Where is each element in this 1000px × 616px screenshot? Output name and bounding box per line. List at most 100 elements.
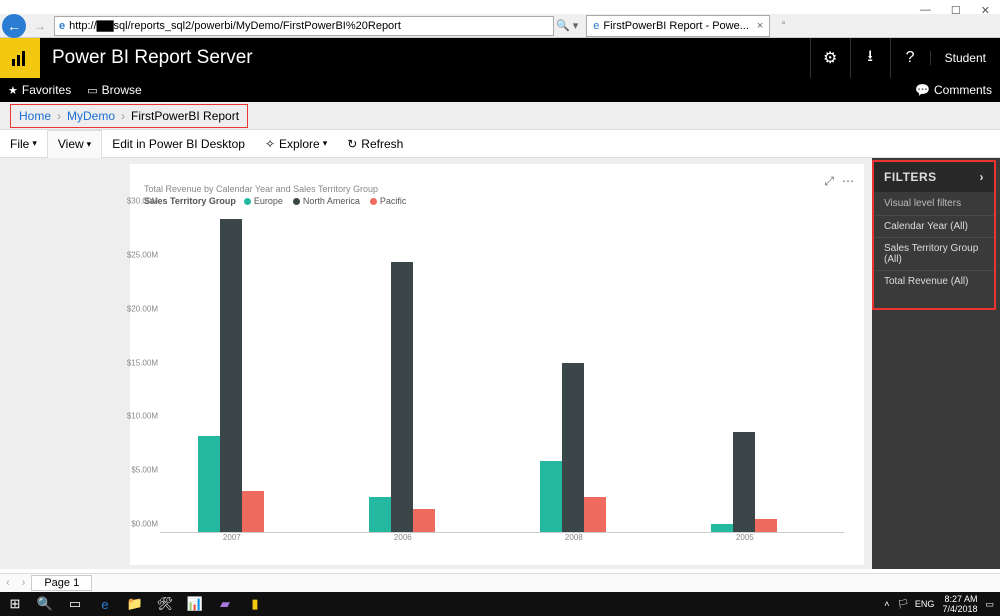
bar[interactable] [198,436,220,533]
back-button[interactable]: ← [2,14,26,38]
tray-notifications-icon[interactable]: ▭ [985,599,994,610]
tray-chevron-icon[interactable]: ˄ [884,599,889,609]
powerbi-logo-icon [0,38,40,78]
filter-section-label: Visual level filters [874,192,994,215]
y-axis-tick: $25.00M [127,250,158,259]
comments-link[interactable]: 💬Comments [915,83,992,97]
pbi-taskbar-icon[interactable]: ▮ [240,592,270,616]
tab-favicon: e [593,20,599,32]
star-icon: ★ [8,84,18,97]
chevron-down-icon: ▾ [323,138,328,149]
y-axis-tick: $0.00M [131,520,158,529]
x-axis-tick: 2008 [565,533,583,542]
chevron-right-icon: › [121,109,125,123]
bar[interactable] [562,363,584,533]
explore-icon: ✧ [265,137,275,151]
tray-clock[interactable]: 8:27 AM 7/4/2018 [942,594,977,614]
x-axis-tick: 2007 [223,533,241,542]
y-axis-tick: $30.00M [127,197,158,206]
app-header: Power BI Report Server ⚙ ⭳ ? Student [0,38,1000,78]
chevron-down-icon: ▾ [87,139,92,150]
download-button[interactable]: ⭳ [850,38,890,78]
explorer-taskbar-icon[interactable]: 📁 [120,592,150,616]
breadcrumb-folder[interactable]: MyDemo [67,109,115,123]
start-button[interactable]: ⊞ [0,592,30,616]
filters-pane: FILTERS › Visual level filters Calendar … [872,160,996,310]
chevron-down-icon: ▾ [32,138,37,149]
tab-close-icon[interactable]: × [757,20,763,32]
task-view-icon[interactable]: ▭ [60,592,90,616]
filter-item[interactable]: Calendar Year (All) [874,215,994,237]
chevron-right-icon: › [57,109,61,123]
breadcrumb-home[interactable]: Home [19,109,51,123]
bar-group[interactable] [369,210,435,533]
tab-title: FirstPowerBI Report - Powe... [603,20,749,32]
help-button[interactable]: ? [890,38,930,78]
edit-desktop-button[interactable]: Edit in Power BI Desktop [102,130,255,158]
comment-icon: 💬 [915,83,930,97]
filters-header[interactable]: FILTERS › [874,162,994,192]
new-tab-icon[interactable]: ▫ [782,18,786,29]
bar[interactable] [584,497,606,533]
favorites-link[interactable]: ★Favorites [8,83,71,97]
search-icon[interactable]: 🔍 [30,592,60,616]
browser-address-bar: ← → e 🔍 ▾ e FirstPowerBI Report - Powe..… [0,14,1000,38]
file-menu[interactable]: File▾ [0,130,47,158]
chart-plot-area[interactable]: $0.00M$5.00M$10.00M$15.00M$20.00M$25.00M… [160,210,844,545]
app-taskbar-icon[interactable]: 📊 [180,592,210,616]
gear-icon: ⚙ [823,48,837,68]
bar[interactable] [733,432,755,533]
url-field-container[interactable]: e [54,16,554,36]
page-next-button[interactable]: › [16,577,32,589]
chevron-right-icon: › [980,170,985,184]
report-toolbar: File▾ View▾ Edit in Power BI Desktop ✧Ex… [0,130,1000,158]
focus-mode-icon[interactable]: ⤢ [824,174,834,189]
vs-taskbar-icon[interactable]: ▰ [210,592,240,616]
page-tabs: ‹ › Page 1 [0,573,1000,592]
y-axis-tick: $10.00M [127,412,158,421]
view-menu[interactable]: View▾ [47,130,102,158]
filter-item[interactable]: Total Revenue (All) [874,270,994,292]
page-tab[interactable]: Page 1 [31,575,92,591]
x-axis-tick: 2005 [736,533,754,542]
app-taskbar-icon[interactable]: 🛠 [150,592,180,616]
y-axis-tick: $20.00M [127,304,158,313]
page-prev-button[interactable]: ‹ [0,577,16,589]
windows-taskbar: ⊞ 🔍 ▭ e 📁 🛠 📊 ▰ ▮ ˄ 🏳 ENG 8:27 AM 7/4/20… [0,592,1000,616]
tray-network-icon[interactable]: 🏳 [897,599,908,610]
help-icon: ? [906,49,915,67]
bar-group[interactable] [711,210,777,533]
browse-icon: ▭ [87,84,97,97]
bar[interactable] [369,497,391,533]
ie-taskbar-icon[interactable]: e [90,592,120,616]
bar[interactable] [220,219,242,533]
tray-lang[interactable]: ENG [915,599,935,609]
chart-legend: Sales Territory Group Europe North Ameri… [144,196,416,206]
filter-item[interactable]: Sales Territory Group (All) [874,237,994,270]
bar[interactable] [540,461,562,533]
settings-button[interactable]: ⚙ [810,38,850,78]
y-axis-tick: $15.00M [127,358,158,367]
url-input[interactable] [69,20,549,32]
refresh-button[interactable]: ↻Refresh [337,130,413,158]
ie-logo-icon: e [59,20,65,32]
forward-button[interactable]: → [30,16,50,36]
explore-menu[interactable]: ✧Explore▾ [255,130,337,158]
chart-title: Total Revenue by Calendar Year and Sales… [144,184,378,194]
bar[interactable] [755,519,777,533]
download-icon: ⭳ [867,45,873,72]
x-axis-tick: 2006 [394,533,412,542]
breadcrumb-current: FirstPowerBI Report [131,109,239,123]
browse-link[interactable]: ▭Browse [87,83,141,97]
bar[interactable] [242,491,264,533]
bar[interactable] [413,509,435,533]
user-menu[interactable]: Student [930,51,1000,65]
browser-tab[interactable]: e FirstPowerBI Report - Powe... × ▫ [586,15,770,37]
bar-group[interactable] [540,210,606,533]
bar-group[interactable] [198,210,264,533]
url-search-icon[interactable]: 🔍 ▾ [556,19,578,32]
bar[interactable] [391,262,413,533]
y-axis-tick: $5.00M [131,466,158,475]
report-canvas[interactable]: ⤢ ⋯ Total Revenue by Calendar Year and S… [130,164,864,565]
more-options-icon[interactable]: ⋯ [842,174,854,189]
